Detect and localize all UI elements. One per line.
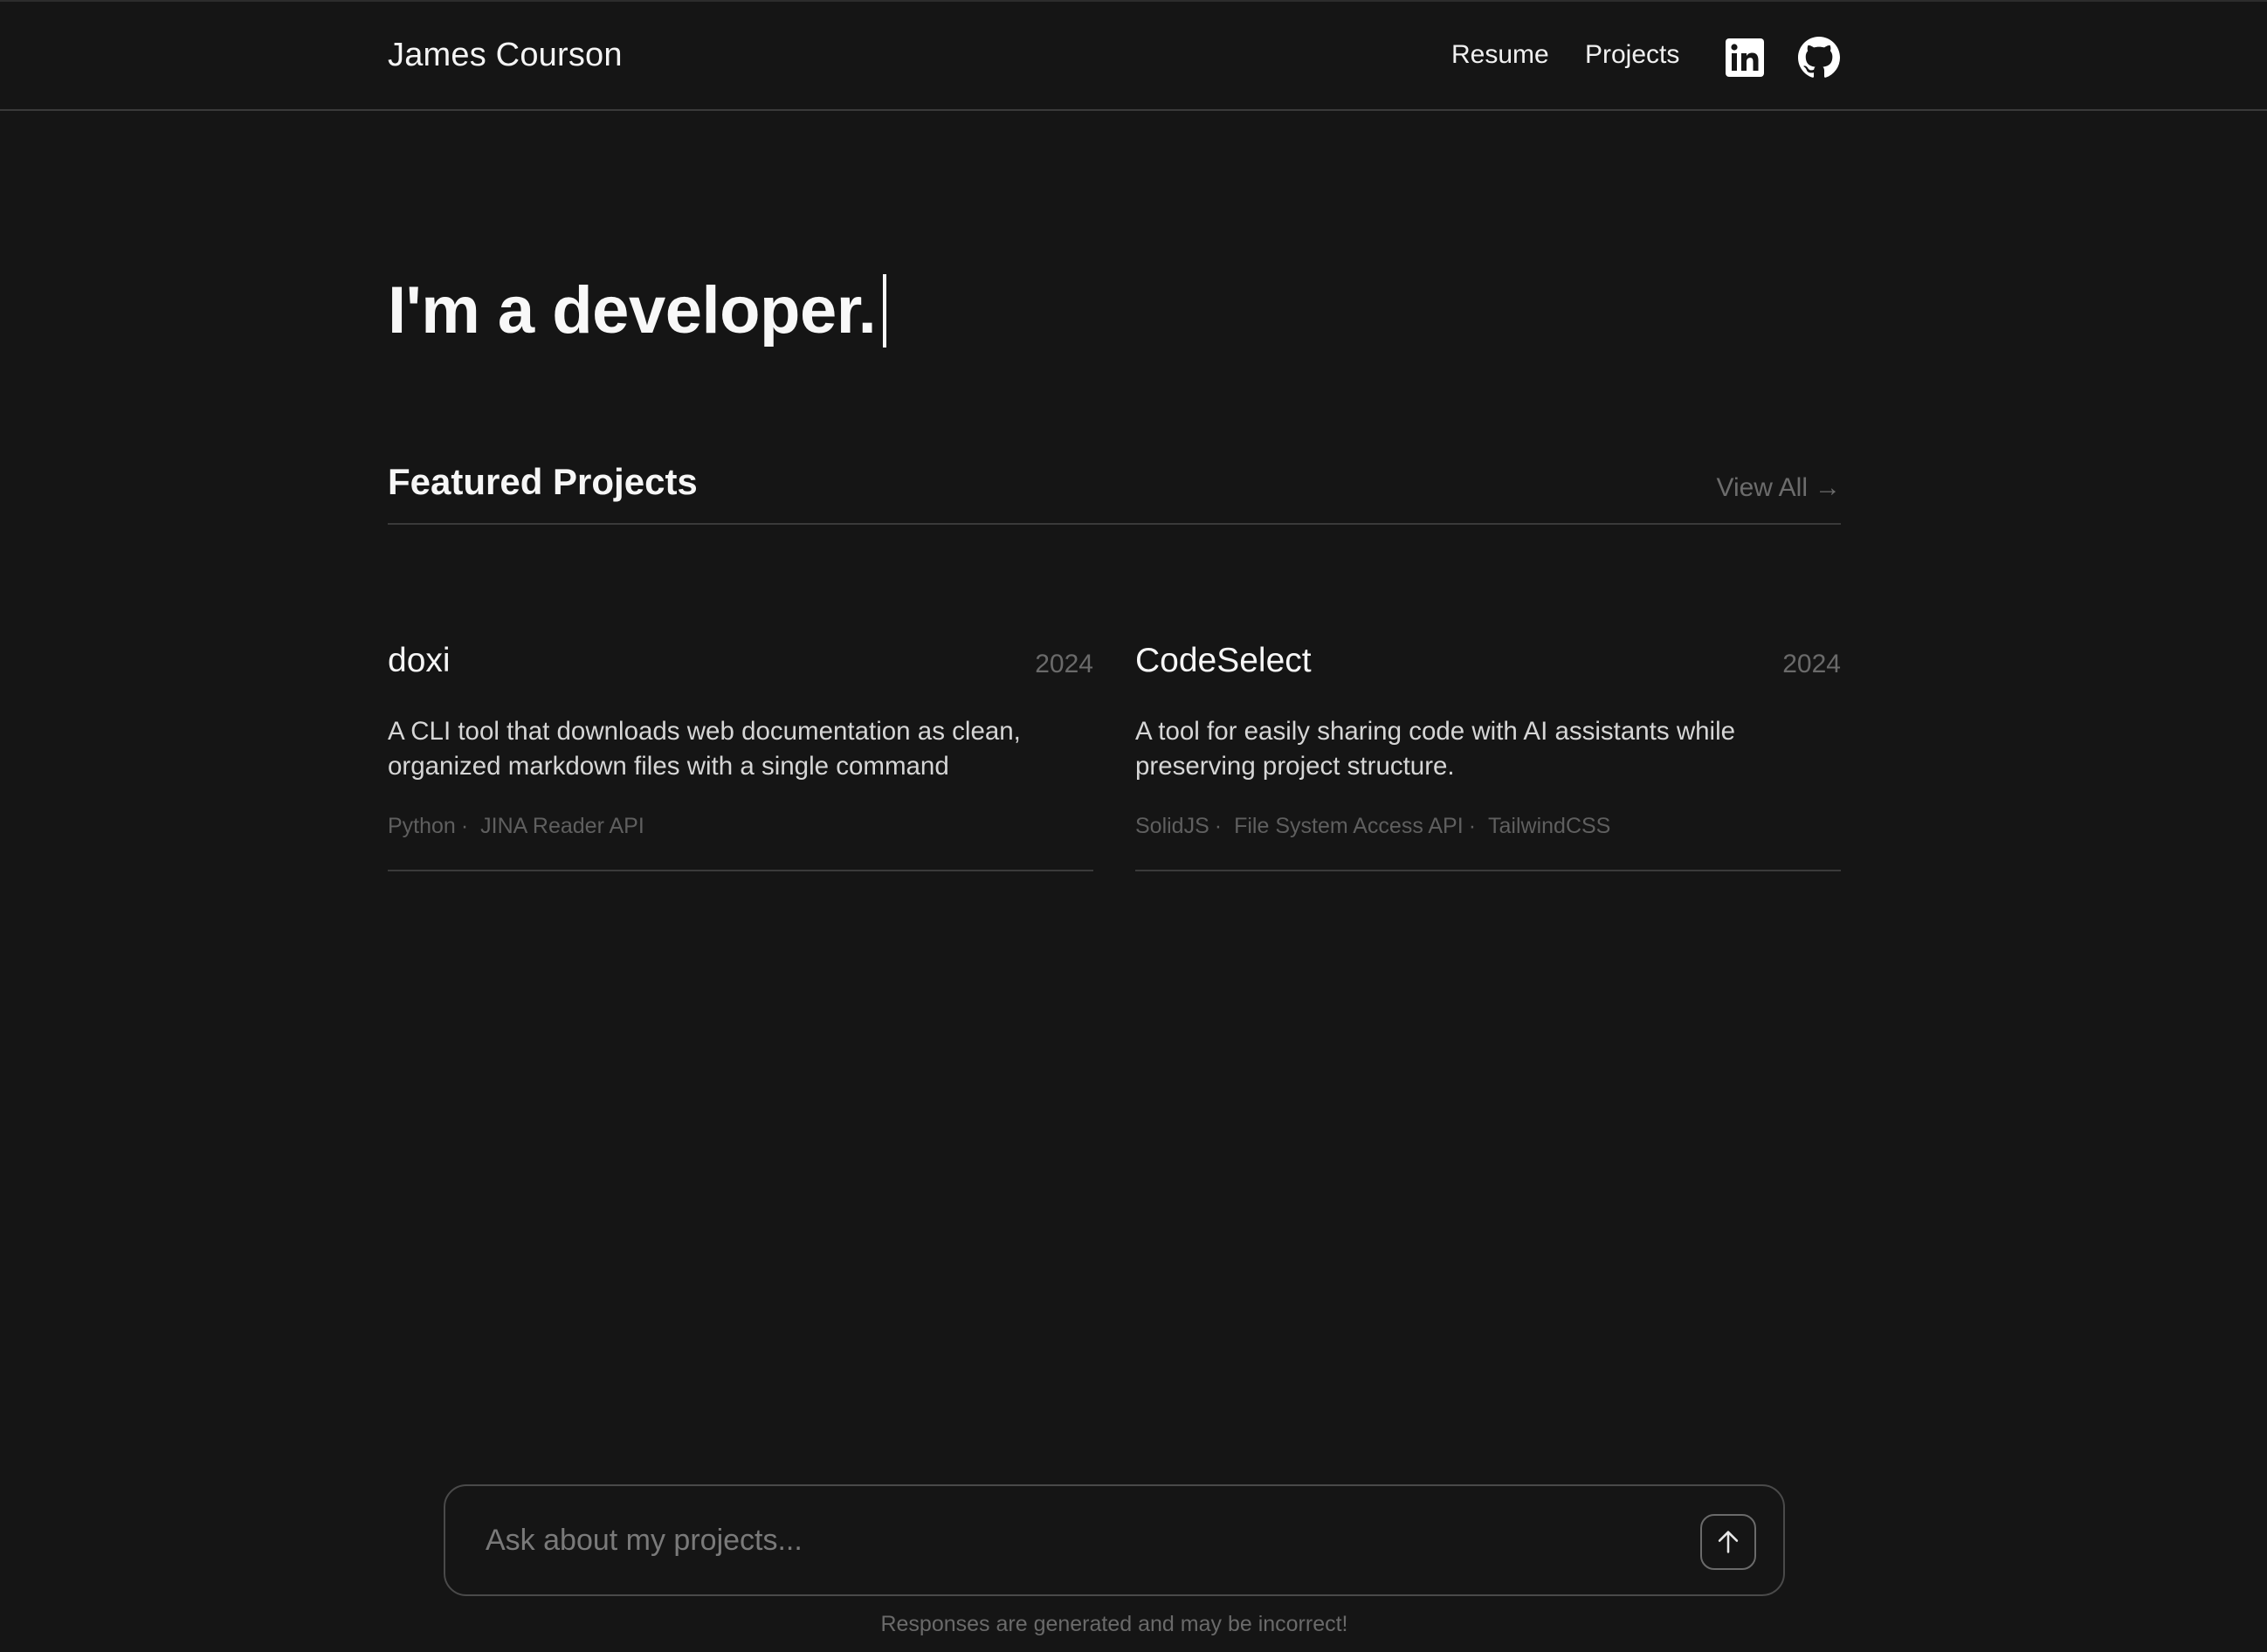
tag-separator: · [1214,814,1223,838]
section-divider [388,523,1841,525]
chat-box [444,1484,1785,1596]
view-all-label: View All [1716,473,1808,502]
hero-text: I'm a developer. [388,273,877,348]
arrow-right-icon: → [1815,473,1841,502]
chat-input[interactable] [486,1514,1673,1566]
linkedin-link[interactable] [1724,37,1766,79]
project-card-codeselect[interactable]: CodeSelect 2024 A tool for easily sharin… [1135,637,1841,871]
project-tag: TailwindCSS [1488,814,1611,838]
chat-disclaimer: Responses are generated and may be incor… [880,1612,1348,1636]
brand-link[interactable]: James Courson [388,37,623,74]
page: James Courson Resume Projects I'm a deve… [0,0,2267,1652]
view-all-link[interactable]: View All → [1716,473,1841,503]
arrow-up-icon [1718,1531,1739,1553]
project-description: A CLI tool that downloads web documentat… [388,717,1021,781]
project-title: CodeSelect [1135,642,1312,679]
tag-separator: · [1468,814,1477,838]
project-year: 2024 [1782,650,1841,678]
nav-projects-link[interactable]: Projects [1585,40,1679,70]
site-header: James Courson Resume Projects [0,0,2267,111]
project-tags: SolidJS · File System Access API · Tailwin… [1135,814,1610,839]
project-tag: File System Access API [1234,814,1464,838]
nav-resume-link[interactable]: Resume [1451,40,1549,70]
featured-projects-title: Featured Projects [388,461,698,502]
project-card-doxi[interactable]: doxi 2024 A CLI tool that downloads web … [388,637,1093,871]
project-tag: SolidJS [1135,814,1209,838]
typing-caret [883,273,887,348]
linkedin-icon [1726,38,1764,77]
project-tag: Python [388,814,456,838]
send-button[interactable] [1700,1514,1756,1570]
github-icon [1798,37,1840,78]
project-description: A tool for easily sharing code with AI a… [1135,717,1736,781]
project-tags: Python · JINA Reader API [388,814,644,839]
hero-heading: I'm a developer. [388,272,887,348]
tag-separator: · [460,814,469,838]
project-tag: JINA Reader API [480,814,644,838]
project-year: 2024 [1035,650,1093,678]
project-title: doxi [388,642,451,679]
github-link[interactable] [1798,37,1840,79]
